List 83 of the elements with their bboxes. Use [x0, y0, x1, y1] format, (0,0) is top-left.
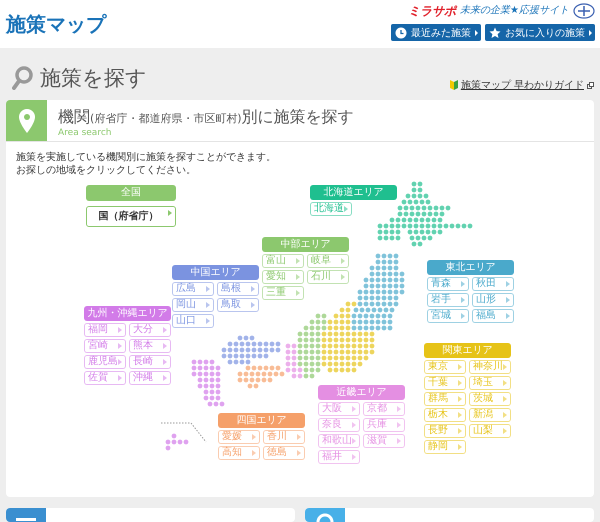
area-heading: 東北エリア	[427, 260, 514, 275]
description-text: お探しの地域をクリックしてください。	[16, 164, 197, 177]
boundary-line	[160, 422, 206, 442]
emblem-icon[interactable]	[573, 3, 595, 19]
region-dots-drawing[interactable]	[222, 336, 280, 364]
prefecture-button[interactable]: 静岡	[424, 440, 466, 454]
area-heading: 北海道エリア	[310, 185, 397, 200]
prefecture-button[interactable]: 福井	[318, 450, 360, 464]
prefecture-button[interactable]: 京都	[363, 402, 405, 416]
search-icon	[12, 66, 34, 90]
area-heading: 近畿エリア	[318, 385, 405, 400]
national-button[interactable]: 国（府省庁）	[86, 206, 176, 227]
prefecture-button[interactable]: 大分	[129, 323, 171, 337]
prefecture-button[interactable]: 和歌山	[318, 434, 360, 448]
header-button[interactable]: お気に入りの施策	[485, 24, 595, 41]
prefecture-button[interactable]: 鹿児島	[84, 355, 126, 369]
section-subtitle: Area search	[58, 128, 112, 138]
area-heading: 中国エリア	[172, 265, 259, 280]
prefecture-button[interactable]: 岡山	[172, 298, 214, 312]
prefecture-button[interactable]: 新潟	[469, 408, 511, 422]
region-dots-drawing[interactable]	[238, 366, 284, 388]
prefecture-button[interactable]: 福岡	[84, 323, 126, 337]
prefecture-button[interactable]: 岩手	[427, 293, 469, 307]
prefecture-button[interactable]: 北海道	[310, 202, 352, 216]
prefecture-button[interactable]: 熊本	[129, 339, 171, 353]
prefecture-button[interactable]: 兵庫	[363, 418, 405, 432]
external-link-icon	[587, 82, 594, 88]
prefecture-button[interactable]: 愛知	[262, 270, 304, 284]
description-text: 施策を実施している機関別に施策を探すことができます。	[16, 151, 277, 164]
prefecture-button[interactable]: 青森	[427, 277, 469, 291]
prefecture-button[interactable]: 石川	[307, 270, 349, 284]
prefecture-button[interactable]: 高知	[218, 446, 260, 460]
prefecture-button[interactable]: 埼玉	[469, 376, 511, 390]
prefecture-button[interactable]: 宮城	[427, 309, 469, 323]
area-heading: 九州・沖縄エリア	[84, 306, 171, 321]
guide-link[interactable]: 施策マップ 早わかりガイド	[460, 78, 584, 92]
prefecture-button[interactable]: 広島	[172, 282, 214, 296]
prefecture-button[interactable]: 愛媛	[218, 430, 260, 444]
site-logo[interactable]: 施策マップ	[6, 12, 106, 36]
prefecture-button[interactable]: 島根	[217, 282, 259, 296]
prefecture-button[interactable]: 福島	[472, 309, 514, 323]
prefecture-button[interactable]: 山形	[472, 293, 514, 307]
area-heading: 全国	[86, 185, 176, 201]
prefecture-button[interactable]: 群馬	[424, 392, 466, 406]
prefecture-button[interactable]: 秋田	[472, 277, 514, 291]
area-heading: 中部エリア	[262, 237, 349, 252]
prefecture-button[interactable]: 岐阜	[307, 254, 349, 268]
prefecture-button[interactable]: 神奈川	[469, 360, 511, 374]
region-dots-drawing[interactable]	[192, 360, 224, 406]
region-dots-drawing[interactable]	[298, 314, 326, 378]
prefecture-button[interactable]: 宮崎	[84, 339, 126, 353]
section-title: 機関(府省庁・都道府県・市区町村)別に施策を探す	[58, 108, 354, 128]
beginner-mark-icon	[450, 80, 458, 90]
prefecture-button[interactable]: 栃木	[424, 408, 466, 422]
prefecture-button[interactable]: 富山	[262, 254, 304, 268]
header-button[interactable]: 最近みた施策	[391, 24, 481, 41]
area-heading: 四国エリア	[218, 413, 305, 428]
brand-logo[interactable]: ミラサポ	[408, 4, 456, 18]
prefecture-button[interactable]: 千葉	[424, 376, 466, 390]
prefecture-button[interactable]: 滋賀	[363, 434, 405, 448]
clock-icon	[395, 26, 407, 38]
prefecture-button[interactable]: 大阪	[318, 402, 360, 416]
prefecture-button[interactable]: 沖縄	[129, 371, 171, 385]
prefecture-button[interactable]: 長野	[424, 424, 466, 438]
brand-tagline: 未来の企業★応援サイト	[460, 5, 569, 17]
prefecture-button[interactable]: 三重	[262, 286, 304, 300]
prefecture-button[interactable]: 佐賀	[84, 371, 126, 385]
region-dots-drawing[interactable]	[286, 344, 302, 378]
prefecture-button[interactable]: 香川	[263, 430, 305, 444]
prefecture-button[interactable]: 山梨	[469, 424, 511, 438]
prefecture-button[interactable]: 徳島	[263, 446, 305, 460]
prefecture-button[interactable]: 東京	[424, 360, 466, 374]
region-dots-drawing[interactable]	[352, 254, 404, 330]
prefecture-button[interactable]: 奈良	[318, 418, 360, 432]
prefecture-button[interactable]: 鳥取	[217, 298, 259, 312]
area-heading: 関東エリア	[424, 343, 511, 358]
prefecture-button[interactable]: 長崎	[129, 355, 171, 369]
page-title: 施策を探す	[40, 65, 147, 92]
prefecture-button[interactable]: 茨城	[469, 392, 511, 406]
island-dots-drawing[interactable]	[166, 434, 188, 450]
region-dots-drawing[interactable]	[322, 302, 374, 372]
star-icon	[489, 26, 501, 38]
prefecture-button[interactable]: 山口	[172, 314, 214, 328]
